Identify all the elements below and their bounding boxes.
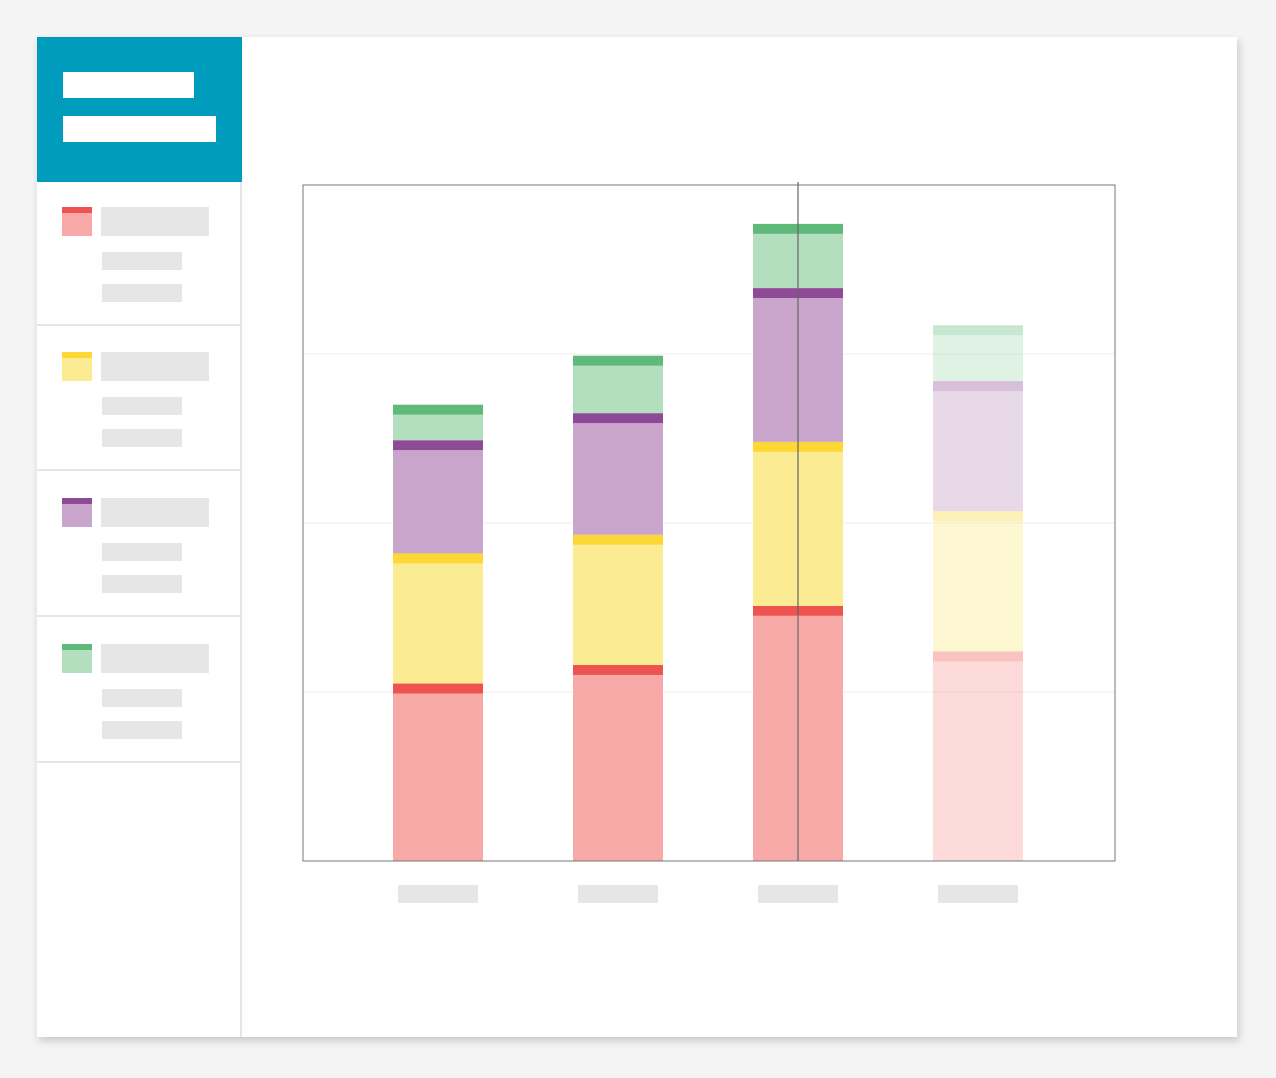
bar-segment-cap (393, 404, 483, 415)
bar-segment-cap (933, 511, 1023, 522)
x-tick-label (938, 885, 1018, 903)
bar-segment-cap (933, 651, 1023, 662)
bar-segment (933, 391, 1023, 512)
bar-segment-cap (393, 440, 483, 451)
bar-segment-cap (573, 664, 663, 675)
bar-segment-cap (933, 325, 1023, 336)
x-tick-label (398, 885, 478, 903)
bar-segment (933, 521, 1023, 652)
bar-segment (393, 450, 483, 554)
bar-segment (573, 544, 663, 665)
bar-segment (573, 365, 663, 414)
chart-card (37, 37, 1237, 1037)
bar-segment (393, 563, 483, 684)
bar-segment (393, 693, 483, 861)
bar-segment (933, 661, 1023, 861)
bar-segment-cap (933, 381, 1023, 392)
stacked-bar-chart (302, 182, 1116, 903)
bar-segment-cap (573, 355, 663, 366)
bar-segment (573, 674, 663, 861)
x-tick-label (758, 885, 838, 903)
bar-segment (573, 423, 663, 535)
bar-segment-cap (393, 683, 483, 694)
bar-segment-cap (573, 413, 663, 424)
bar-segment (393, 414, 483, 441)
bar-segment-cap (393, 553, 483, 564)
x-tick-label (578, 885, 658, 903)
bar-segment-cap (573, 534, 663, 545)
bar-segment (933, 335, 1023, 382)
